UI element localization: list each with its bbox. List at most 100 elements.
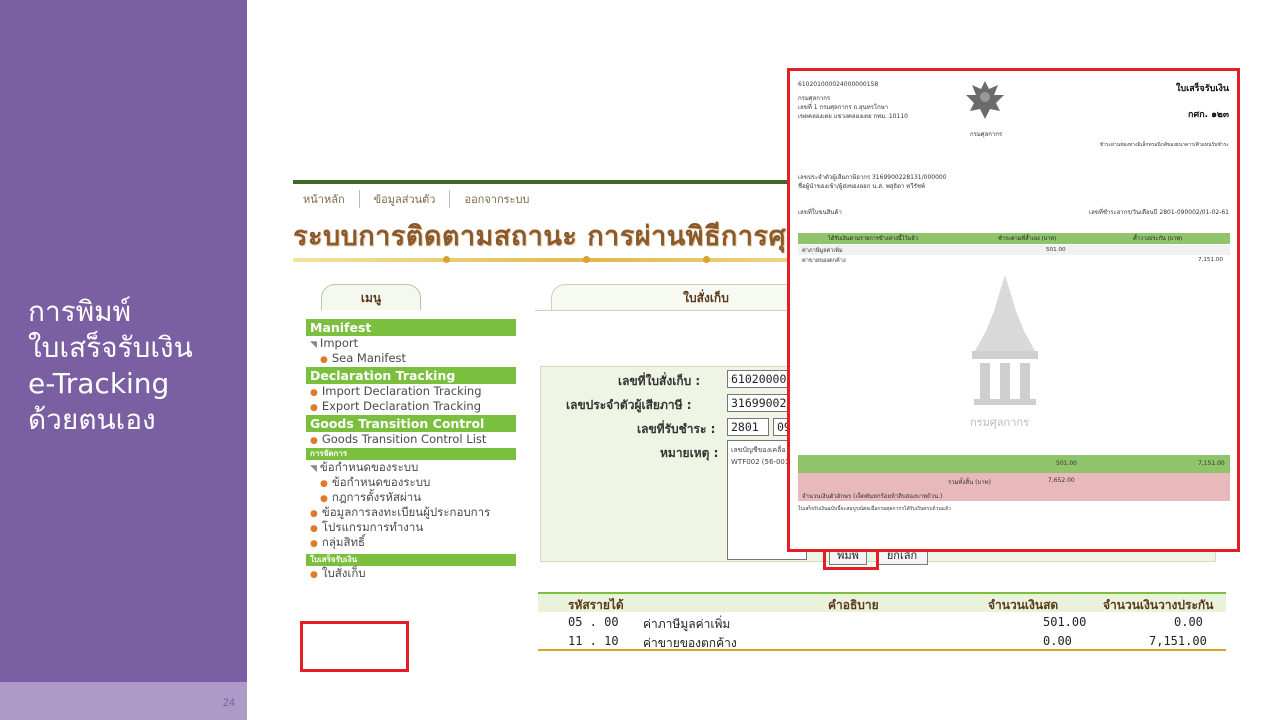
bullet-icon: ● xyxy=(320,355,328,365)
receipt-total-label: รวมทั้งสิ้น (บาท) xyxy=(948,479,991,486)
menu-header-manifest: Manifest xyxy=(306,319,516,336)
table-row: 05 . 00 ค่าภาษีมูลค่าเพิ่ม 501.00 0.00 xyxy=(538,614,1226,632)
bullet-icon: ● xyxy=(310,436,318,446)
menu-item-system-settings-sub[interactable]: ● ข้อกำหนดของระบบ xyxy=(306,475,516,490)
menu-item-registration-label: ข้อมูลการลงทะเบียนผู้ประกอบการ xyxy=(321,505,491,519)
receipt-sum-cash: 501.00 xyxy=(1056,460,1077,467)
receipt-footer-note: ใบเสร็จรับเงินฉบับนี้จะสมบูรณ์ต่อเมื่อกร… xyxy=(798,506,951,512)
menu-item-sea-manifest[interactable]: ● Sea Manifest xyxy=(306,351,516,366)
receipt-form-no: กศก. ๑๒๓ xyxy=(1188,110,1229,120)
bullet-icon: ● xyxy=(310,524,318,534)
menu-item-registration[interactable]: ● ข้อมูลการลงทะเบียนผู้ประกอบการ xyxy=(306,505,516,520)
receipt-row-item: ค่าภาษีมูลค่าเพิ่ม xyxy=(802,248,843,254)
menu-item-system-settings[interactable]: ◥ ข้อกำหนดของระบบ xyxy=(306,460,516,475)
receipt-col-paid: ชำระตามที่ล้ำเลง (บาท) xyxy=(998,236,1057,242)
menu-item-goods-transition[interactable]: ● Goods Transition Control List xyxy=(306,432,516,447)
bullet-icon: ● xyxy=(310,539,318,549)
menu-item-import-declaration-label: Import Declaration Tracking xyxy=(321,384,482,398)
table-row: 11 . 10 ค่าขายของตกค้าง 0.00 7,151.00 xyxy=(538,633,1226,651)
receipt-row-deposit: 7,151.00 xyxy=(1198,257,1223,263)
menu-item-collection-order-label: ใบสั่งเก็บ xyxy=(321,566,366,580)
receipt-payer: ชื่อผู้นำของเข้า/ผู้ส่งของออก น.ส. พสุธิ… xyxy=(798,183,925,190)
receipt-goods-no: เลขที่ใบขนสินค้า xyxy=(798,209,842,216)
receipt-row-item: ค่าขายของตกค้าง xyxy=(802,258,846,264)
receipt-col-deposit: ค้ำวางประกัน (บาท) xyxy=(1133,236,1183,242)
payment-no-input-1[interactable]: 2801 xyxy=(727,418,769,436)
menu-item-import[interactable]: ◥ Import xyxy=(306,336,516,351)
menu-tab: เมนู xyxy=(321,284,421,310)
receipt-title: ใบเสร็จรับเงิน xyxy=(1176,84,1229,94)
site-banner: ระบบการติดตามสถานะ การผ่านพิธีการศุลกากร xyxy=(293,221,868,252)
menu-header-receipt: ใบเสร็จรับเงิน xyxy=(306,554,516,566)
order-no-label: เลขที่ใบสั่งเก็บ : xyxy=(618,374,701,388)
receipt-sum-deposit: 7,151.00 xyxy=(1198,460,1225,467)
side-menu: Manifest ◥ Import ● Sea Manifest Declarati… xyxy=(306,318,516,581)
receipt-payment-ref: เลขที่ชำระอากร/วันเดือนปี 2801-090002/01… xyxy=(1089,209,1229,216)
menu-header-goods-transition: Goods Transition Control List xyxy=(306,415,516,448)
menu-item-collection-order[interactable]: ● ใบสั่งเก็บ xyxy=(306,566,516,581)
banner-dot-2 xyxy=(583,256,590,263)
cell-description: ค่าภาษีมูลค่าเพิ่ม xyxy=(643,617,731,631)
menu-header-admin: การจัดการ xyxy=(306,448,516,460)
slide-title-line-3: e-Tracking xyxy=(28,367,170,400)
bullet-icon: ● xyxy=(310,403,318,413)
menu-item-export-declaration-label: Export Declaration Tracking xyxy=(321,399,481,413)
menu-item-import-label: Import xyxy=(319,336,359,350)
triangle-icon: ◥ xyxy=(310,340,317,350)
receipt-total-row: รวมทั้งสิ้น (บาท) 7,652.00 xyxy=(798,473,1230,489)
receipt-table-header: ได้รับเงินตามรายการข้างล่างนี้ไว้แล้ว ชำ… xyxy=(798,233,1230,244)
slide-title-line-1: การพิมพ์ xyxy=(28,295,132,328)
receipt-note-right: ชำระผ่านช่องทางอิเล็กทรอนิกส์ของธนาคาร/ต… xyxy=(1099,142,1229,148)
receipt-doc-no: 610201000024000000158 xyxy=(798,81,879,88)
col-cash-amount: จำนวนเงินสด xyxy=(988,598,1059,612)
receipt-row-paid: 501.00 xyxy=(1046,247,1066,253)
receipt-amount-words-row: จำนวนเงินตัวอักษร (เจ็ดพันหกร้อยห้าสิบสอ… xyxy=(798,489,1230,501)
slide-title-line-4: ด้วยตนเอง xyxy=(28,403,156,436)
menu-item-goods-transition-label: Goods Transition Control List xyxy=(321,432,487,446)
slide-title: การพิมพ์ ใบเสร็จรับเงิน e-Tracking ด้วยต… xyxy=(28,294,243,438)
col-description: คำอธิบาย xyxy=(828,598,879,612)
menu-item-password-rules[interactable]: ● กฎการตั้งรหัสผ่าน xyxy=(306,490,516,505)
receipt-preview: 610201000024000000158 กรมศุลกากร เลขที่ … xyxy=(787,68,1240,552)
tax-id-label: เลขประจำตัวผู้เสียภาษี : xyxy=(566,398,692,412)
col-revenue-code: รหัสรายได้ xyxy=(568,598,624,612)
receipt-watermark-text: กรมศุลกากร xyxy=(970,416,1029,429)
menu-item-permission-group[interactable]: ● กลุ่มสิทธิ์ xyxy=(306,535,516,550)
menu-header-declaration-tracking: Declaration Tracking xyxy=(306,367,516,384)
banner-dot-1 xyxy=(443,256,450,263)
receipt-row: ค่าขายของตกค้าง 7,151.00 xyxy=(798,255,1230,265)
cell-description: ค่าขายของตกค้าง xyxy=(643,636,737,650)
menu-item-import-declaration[interactable]: ● Import Declaration Tracking xyxy=(306,384,516,399)
menu-item-permission-group-label: กลุ่มสิทธิ์ xyxy=(321,535,366,549)
topnav-line xyxy=(293,180,813,184)
slide-title-line-2: ใบเสร็จรับเงิน xyxy=(28,331,193,364)
customs-watermark-icon xyxy=(972,275,1038,405)
menu-item-sea-manifest-label: Sea Manifest xyxy=(331,351,407,365)
cell-cash: 501.00 xyxy=(1043,615,1087,629)
highlight-menu-collection-order xyxy=(300,621,409,672)
cell-code: 05 . 00 xyxy=(568,615,619,629)
cell-cash: 0.00 xyxy=(1043,634,1072,648)
menu-item-system-settings-label: ข้อกำหนดของระบบ xyxy=(319,460,419,474)
menu-item-programs[interactable]: ● โปรแกรมการทำงาน xyxy=(306,520,516,535)
bullet-icon: ● xyxy=(320,494,328,504)
menu-item-programs-label: โปรแกรมการทำงาน xyxy=(321,520,424,534)
receipt-row: ค่าภาษีมูลค่าเพิ่ม 501.00 xyxy=(798,245,1230,255)
bullet-icon: ● xyxy=(320,479,328,489)
menu-item-export-declaration[interactable]: ● Export Declaration Tracking xyxy=(306,399,516,414)
nav-home-link[interactable]: หน้าหลัก xyxy=(303,190,360,208)
page-number: 24 xyxy=(222,697,235,709)
banner-dot-3 xyxy=(703,256,710,263)
table-header: รหัสรายได้ คำอธิบาย จำนวนเงินสด จำนวนเงิ… xyxy=(538,592,1226,612)
nav-logout-link[interactable]: ออกจากระบบ xyxy=(464,190,543,208)
payment-no-label: เลขที่รับชำระ : xyxy=(637,422,716,436)
bullet-icon: ● xyxy=(310,388,318,398)
bullet-icon: ● xyxy=(310,570,318,580)
receipt-sum-row: 501.00 7,151.00 xyxy=(798,455,1230,473)
cell-deposit: 7,151.00 xyxy=(1149,634,1207,648)
menu-item-system-settings-sub-label: ข้อกำหนดของระบบ xyxy=(331,475,431,489)
garuda-emblem-icon xyxy=(966,81,1004,119)
nav-profile-link[interactable]: ข้อมูลส่วนตัว xyxy=(374,190,451,208)
receipt-col-item: ได้รับเงินตามรายการข้างล่างนี้ไว้แล้ว xyxy=(828,236,918,242)
menu-item-password-rules-label: กฎการตั้งรหัสผ่าน xyxy=(331,490,422,504)
